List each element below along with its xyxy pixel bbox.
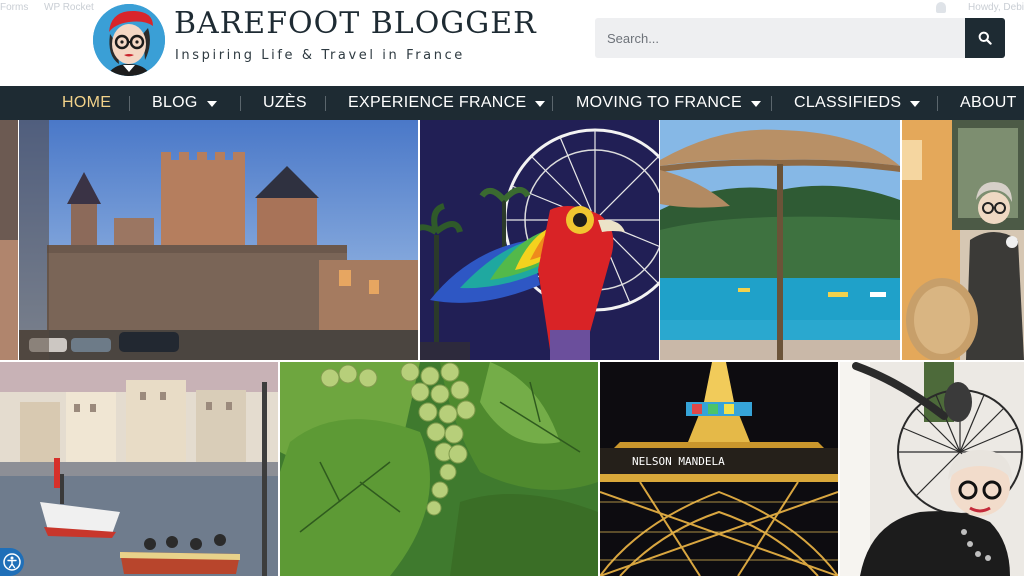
photo-grape-vines[interactable] xyxy=(280,362,598,576)
nav-divider xyxy=(240,96,241,111)
photo-woman-sculpture[interactable] xyxy=(840,362,1024,576)
nav-divider xyxy=(129,96,130,111)
nav-label-home: HOME xyxy=(62,94,112,111)
nav-divider xyxy=(552,96,553,111)
nav-divider xyxy=(937,96,938,111)
main-navigation: HOME BLOG UZÈS EXPERIENCE FRANCE MOVING … xyxy=(0,86,1024,120)
nav-label-classifieds: CLASSIFIEDS xyxy=(794,94,902,111)
photo-edge-left[interactable] xyxy=(0,120,18,360)
eiffel-sign-text: NELSON MANDELA xyxy=(632,455,725,468)
nav-item-about[interactable]: ABOUT xyxy=(960,86,1017,120)
chevron-down-icon xyxy=(910,101,921,107)
nav-divider xyxy=(325,96,326,111)
chevron-down-icon xyxy=(535,101,546,107)
site-tagline: Inspiring Life & Travel in France xyxy=(175,48,465,63)
blogger-avatar-logo-icon[interactable] xyxy=(93,4,165,76)
nav-label-uzes: UZÈS xyxy=(263,94,307,111)
search-icon xyxy=(978,31,992,45)
nav-label-blog: BLOG xyxy=(152,94,198,111)
site-title[interactable]: BAREFOOT BLOGGER xyxy=(174,6,537,41)
nav-divider xyxy=(771,96,772,111)
search-button[interactable] xyxy=(965,18,1005,58)
chevron-down-icon xyxy=(206,101,217,107)
photo-parrot-ferris-wheel[interactable] xyxy=(420,120,659,360)
nav-label-about: ABOUT xyxy=(960,94,1017,111)
photo-chateau-uzes[interactable] xyxy=(19,120,418,360)
nav-item-moving-to-france[interactable]: MOVING TO FRANCE xyxy=(576,86,762,120)
nav-item-blog[interactable]: BLOG xyxy=(152,86,217,120)
site-header: BAREFOOT BLOGGER Inspiring Life & Travel… xyxy=(0,0,1024,84)
chevron-down-icon xyxy=(751,101,762,107)
nav-item-experience-france[interactable]: EXPERIENCE FRANCE xyxy=(348,86,546,120)
accessibility-icon xyxy=(3,553,21,571)
nav-item-classifieds[interactable]: CLASSIFIEDS xyxy=(794,86,921,120)
nav-label-experience-france: EXPERIENCE FRANCE xyxy=(348,94,527,111)
nav-item-home[interactable]: HOME xyxy=(62,86,111,120)
photo-beach-umbrella[interactable] xyxy=(660,120,900,360)
nav-label-moving-to-france: MOVING TO FRANCE xyxy=(576,94,743,111)
search-input[interactable] xyxy=(595,18,965,58)
photo-eiffel-tower[interactable]: NELSON MANDELA xyxy=(600,362,838,576)
nav-item-uzes[interactable]: UZÈS xyxy=(263,86,307,120)
photo-sete-boats[interactable] xyxy=(0,362,278,576)
photo-woman-cafe[interactable] xyxy=(902,120,1024,360)
